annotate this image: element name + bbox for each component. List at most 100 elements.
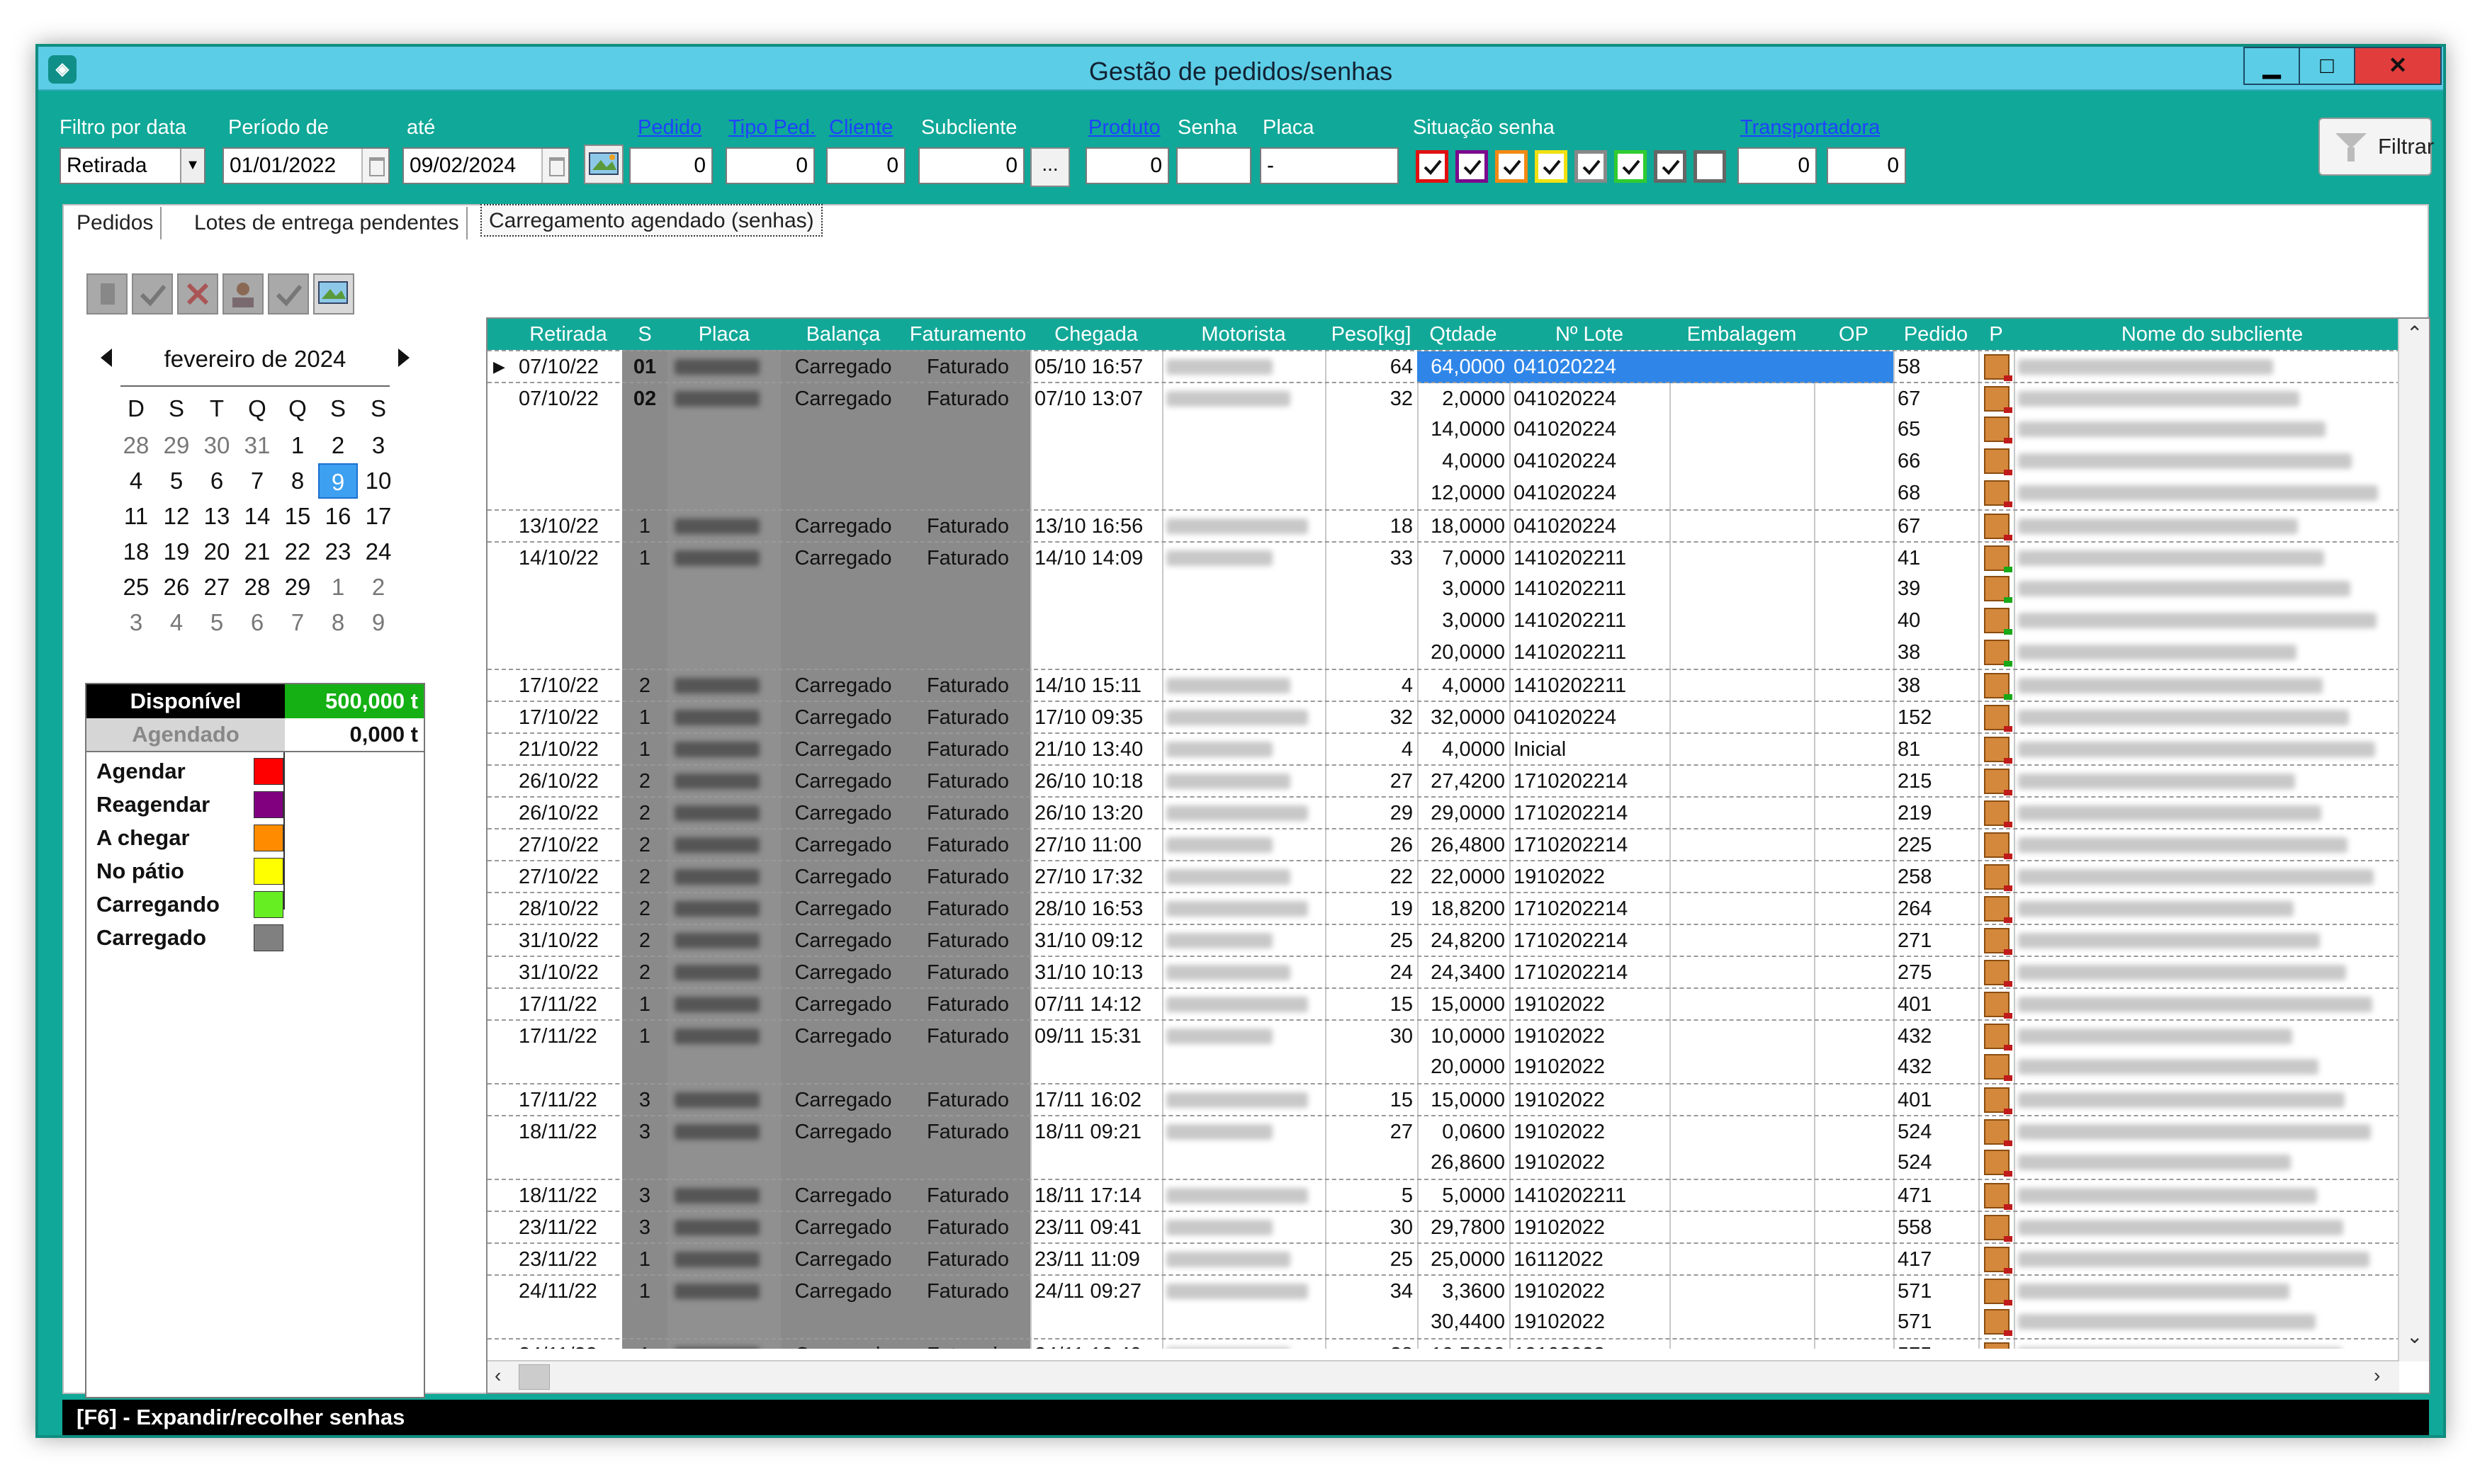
scroll-down-icon[interactable]: ⌄: [2406, 1325, 2423, 1348]
tipo-pedido-input[interactable]: 0: [726, 147, 815, 184]
pedido-icon[interactable]: [1984, 1119, 2012, 1146]
pedido-icon[interactable]: [1984, 514, 2012, 540]
grid-column-header[interactable]: Retirada: [514, 319, 622, 350]
map-icon[interactable]: [313, 273, 354, 315]
calendar-day[interactable]: 3: [116, 605, 156, 640]
table-row[interactable]: 17/10/22 1 Carregado Faturado 17/10 09:35 32 3…: [487, 701, 2401, 732]
produto-input[interactable]: 0: [1086, 147, 1169, 184]
table-row[interactable]: 20,0000 19102022 432: [487, 1051, 2401, 1083]
calendar-day[interactable]: 21: [237, 534, 277, 570]
table-row[interactable]: 31/10/22 2 Carregado Faturado 31/10 09:12 25 2…: [487, 924, 2401, 956]
situacao-checkbox[interactable]: [1535, 150, 1567, 183]
grid-column-header[interactable]: Placa: [667, 319, 781, 350]
situacao-checkbox[interactable]: [1416, 150, 1448, 183]
approve-icon[interactable]: [268, 273, 309, 315]
calendar-day[interactable]: 14: [237, 499, 277, 534]
calendar-day[interactable]: 2: [359, 570, 398, 605]
grid-column-header[interactable]: Pedido: [1893, 319, 1978, 350]
situacao-checkbox[interactable]: [1693, 150, 1726, 183]
grid-column-header[interactable]: Nº Lote: [1509, 319, 1669, 350]
pedido-icon[interactable]: [1984, 960, 2012, 987]
calendar-day[interactable]: 5: [197, 605, 237, 640]
table-row[interactable]: 31/10/22 2 Carregado Faturado 31/10 10:13 24 2…: [487, 956, 2401, 987]
situacao-checkbox[interactable]: [1654, 150, 1686, 183]
table-row[interactable]: 13/10/22 1 Carregado Faturado 13/10 16:56 18 1…: [487, 509, 2401, 541]
calendar-day[interactable]: 6: [237, 605, 277, 640]
table-row[interactable]: 17/10/22 2 Carregado Faturado 14/10 15:11 4 4,…: [487, 669, 2401, 701]
scroll-up-icon[interactable]: ⌃: [2406, 322, 2423, 345]
table-row[interactable]: 27/10/22 2 Carregado Faturado 27/10 11:00 26 2…: [487, 828, 2401, 860]
pedido-input[interactable]: 0: [629, 147, 713, 184]
grid-column-header[interactable]: Nome do subcliente: [2014, 319, 2411, 350]
transportadora-input[interactable]: 0: [1737, 147, 1817, 184]
pedido-icon[interactable]: [1984, 1024, 2012, 1050]
scroll-left-icon[interactable]: ‹: [495, 1364, 501, 1387]
calendar-day[interactable]: 26: [157, 570, 196, 605]
pedido-icon[interactable]: [1984, 1309, 2012, 1336]
calendar-day[interactable]: 4: [116, 463, 156, 499]
check-icon[interactable]: [132, 273, 173, 315]
calendar-day[interactable]: 28: [237, 570, 277, 605]
subcliente-input[interactable]: 0: [918, 147, 1025, 184]
calendar-day[interactable]: 17: [359, 499, 398, 534]
pedido-icon[interactable]: [1984, 896, 2012, 923]
pedido-icon[interactable]: [1984, 608, 2012, 635]
placa-input[interactable]: -: [1260, 147, 1399, 184]
calendar-day[interactable]: 9: [359, 605, 398, 640]
pedido-icon[interactable]: [1984, 673, 2012, 700]
calendar-day[interactable]: 22: [278, 534, 317, 570]
pedido-icon[interactable]: [1984, 386, 2012, 413]
table-row[interactable]: ▶ 07/10/22 01 Carregado Faturado 05/10 16:57 6…: [487, 350, 2401, 383]
scroll-thumb[interactable]: [519, 1364, 550, 1390]
table-row[interactable]: 26,8600 19102022 524: [487, 1147, 2401, 1179]
calendar-day[interactable]: 29: [157, 428, 196, 463]
calendar-day[interactable]: 16: [318, 499, 358, 534]
pedido-icon[interactable]: [1984, 928, 2012, 955]
pedido-icon[interactable]: [1984, 354, 2012, 381]
table-row[interactable]: 17/11/22 1 Carregado Faturado 09/11 15:31 30 1…: [487, 1019, 2401, 1051]
filtrar-button[interactable]: Filtrar: [2318, 118, 2434, 176]
pedido-icon[interactable]: [1984, 448, 2012, 475]
situacao-checkbox[interactable]: [1455, 150, 1488, 183]
table-row[interactable]: 12,0000 041020224 68: [487, 477, 2401, 509]
calendar-day[interactable]: 31: [237, 428, 277, 463]
pedido-icon[interactable]: [1984, 1087, 2012, 1114]
table-row[interactable]: 21/10/22 1 Carregado Faturado 21/10 13:40 4 4,…: [487, 732, 2401, 764]
user-icon[interactable]: [222, 273, 264, 315]
pedido-link[interactable]: Pedido: [638, 116, 701, 140]
calendar-day[interactable]: 6: [197, 463, 237, 499]
tab-carregamento[interactable]: Carregamento agendado (senhas): [480, 204, 823, 237]
grid-column-header[interactable]: Chegada: [1030, 319, 1162, 350]
pedido-icon[interactable]: [1984, 1247, 2012, 1274]
table-row[interactable]: 24/11/221CarregadoFaturado24/11 10:40281…: [487, 1338, 2401, 1349]
calendar-day[interactable]: 18: [116, 534, 156, 570]
grid-column-header[interactable]: S: [622, 319, 667, 350]
transportadora-link[interactable]: Transportadora: [1740, 116, 1880, 140]
pedido-icon[interactable]: [1984, 545, 2012, 572]
pedido-icon[interactable]: [1984, 992, 2012, 1019]
pedido-icon[interactable]: [1984, 640, 2012, 667]
calendar-day[interactable]: 13: [197, 499, 237, 534]
calendar-day[interactable]: 27: [197, 570, 237, 605]
grid-column-header[interactable]: Embalagem: [1669, 319, 1814, 350]
grid-column-header[interactable]: Peso[kg]: [1325, 319, 1417, 350]
pedido-icon[interactable]: [1984, 1054, 2012, 1081]
tab-pedidos[interactable]: Pedidos: [69, 207, 162, 239]
pedido-icon[interactable]: [1984, 1150, 2012, 1177]
transportadora-input-2[interactable]: 0: [1827, 147, 1906, 184]
scroll-right-icon[interactable]: ›: [2374, 1364, 2380, 1387]
calendar-day[interactable]: 4: [157, 605, 196, 640]
grid-column-header[interactable]: OP: [1814, 319, 1893, 350]
calendar-day[interactable]: 8: [318, 605, 358, 640]
calendar-day[interactable]: 29: [278, 570, 317, 605]
vertical-scrollbar[interactable]: ⌃ ⌄: [2398, 319, 2429, 1361]
pedido-icon[interactable]: [1984, 737, 2012, 764]
pedido-icon[interactable]: [1984, 576, 2012, 603]
close-button[interactable]: ✕: [2354, 47, 2442, 85]
minimize-button[interactable]: ▁: [2243, 47, 2300, 85]
pedido-icon[interactable]: [1984, 480, 2012, 507]
horizontal-scrollbar[interactable]: ‹ ›: [487, 1360, 2399, 1393]
map-icon[interactable]: [584, 145, 624, 184]
pedido-icon[interactable]: [1984, 800, 2012, 827]
pedido-icon[interactable]: [1984, 417, 2012, 443]
